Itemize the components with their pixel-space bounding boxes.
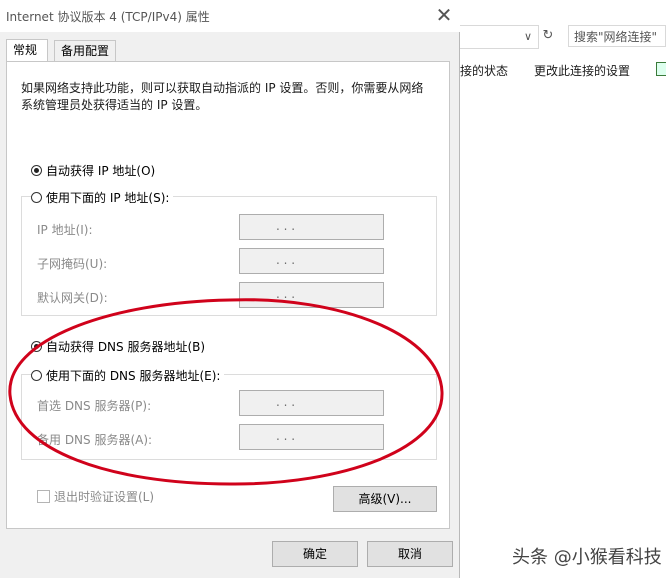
manual-dns-label: 使用下面的 DNS 服务器地址(E): [46,369,221,383]
background-toolbar: ∨ ↻ 搜索"网络连接" [460,22,666,50]
dialog-title: Internet 协议版本 4 (TCP/IPv4) 属性 [6,10,210,24]
preferred-dns-label: 首选 DNS 服务器(P): [37,399,152,413]
default-gateway-value: . . . [276,287,296,301]
advanced-button[interactable]: 高级(V)... [333,486,437,512]
ipv4-properties-dialog: Internet 协议版本 4 (TCP/IPv4) 属性 ✕ 常规 备用配置 … [0,0,460,578]
alternate-dns-field: . . . [239,424,384,450]
title-bar: Internet 协议版本 4 (TCP/IPv4) 属性 ✕ [0,0,460,32]
ip-address-value: . . . [276,219,296,233]
subnet-mask-label: 子网掩码(U): [37,257,108,271]
auto-ip-label: 自动获得 IP 地址(O) [46,164,156,178]
auto-dns-option[interactable]: 自动获得 DNS 服务器地址(B) [31,338,205,355]
ip-address-field: . . . [239,214,384,240]
manual-ip-option[interactable]: 使用下面的 IP 地址(S): [31,189,174,206]
subnet-mask-value: . . . [276,253,296,267]
auto-dns-radio[interactable] [31,341,42,352]
general-panel: 如果网络支持此功能，则可以获取自动指派的 IP 设置。否则，你需要从网络系统管理… [6,61,450,529]
auto-ip-radio[interactable] [31,165,42,176]
default-gateway-field: . . . [239,282,384,308]
alternate-dns-label: 备用 DNS 服务器(A): [37,433,153,447]
manual-dns-radio[interactable] [31,370,42,381]
ok-button[interactable]: 确定 [272,541,358,567]
background-command-bar: 接的状态 更改此连接的设置 [460,58,666,84]
refresh-icon[interactable]: ↻ [539,25,557,47]
view-status-command[interactable]: 接的状态 [460,62,508,79]
chevron-down-icon[interactable]: ∨ [524,30,532,43]
cancel-button[interactable]: 取消 [367,541,453,567]
close-icon[interactable]: ✕ [432,4,456,26]
change-settings-command[interactable]: 更改此连接的设置 [534,62,630,79]
search-input[interactable]: 搜索"网络连接" [568,25,666,47]
intro-text: 如果网络支持此功能，则可以获取自动指派的 IP 设置。否则，你需要从网络系统管理… [21,81,424,112]
tab-alternate-config[interactable]: 备用配置 [54,40,116,61]
watermark: 头条 @小猴看科技 [512,547,662,568]
subnet-mask-field: . . . [239,248,384,274]
tab-general[interactable]: 常规 [6,39,48,62]
preferred-dns-value: . . . [276,395,296,409]
default-gateway-label: 默认网关(D): [37,291,108,305]
validate-settings-option[interactable]: 退出时验证设置(L) [37,488,154,505]
preferred-dns-field: . . . [239,390,384,416]
manual-ip-radio[interactable] [31,192,42,203]
manual-dns-option[interactable]: 使用下面的 DNS 服务器地址(E): [31,367,225,384]
validate-settings-label: 退出时验证设置(L) [54,490,155,504]
manual-ip-label: 使用下面的 IP 地址(S): [46,191,170,205]
auto-dns-label: 自动获得 DNS 服务器地址(B) [46,340,206,354]
auto-ip-option[interactable]: 自动获得 IP 地址(O) [31,162,155,179]
address-bar[interactable]: ∨ [460,25,539,49]
ip-address-label: IP 地址(I): [37,223,93,237]
validate-settings-checkbox[interactable] [37,490,50,503]
alternate-dns-value: . . . [276,429,296,443]
view-options-icon[interactable] [656,62,666,76]
